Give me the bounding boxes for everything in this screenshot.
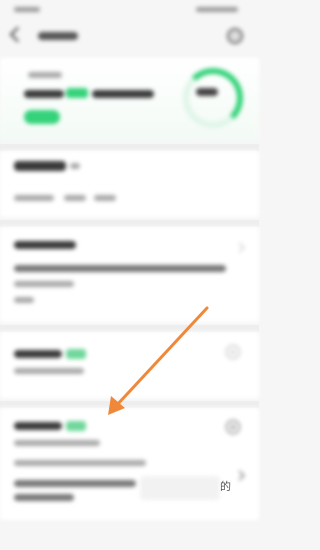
- section-title: [14, 161, 66, 171]
- status-time: [14, 7, 40, 12]
- section-line-3: [14, 297, 34, 303]
- divider: [0, 401, 259, 408]
- section-meta-1: [14, 195, 54, 201]
- add-icon[interactable]: +: [226, 345, 240, 359]
- personal-section-card[interactable]: +: [0, 332, 259, 398]
- section-title-count: [70, 163, 80, 169]
- personal-section-subtitle: [14, 368, 84, 374]
- work-section-meta: [14, 460, 146, 466]
- top-bar: [0, 22, 259, 52]
- personal-section-badge: [66, 349, 86, 359]
- summary-button[interactable]: [24, 110, 60, 124]
- add-icon[interactable]: +: [226, 420, 240, 434]
- work-section-card[interactable]: +: [0, 408, 259, 520]
- back-icon[interactable]: [9, 26, 26, 43]
- section-line-1: [14, 265, 226, 272]
- summary-headline: [24, 90, 64, 98]
- work-section-title: [14, 422, 62, 430]
- status-bar: [0, 0, 259, 20]
- section-line-2: [14, 281, 74, 287]
- chevron-right-icon[interactable]: [234, 470, 245, 481]
- divider: [0, 325, 259, 332]
- summary-headline-tail: [92, 90, 154, 98]
- section-meta-3: [94, 195, 116, 201]
- progress-value: [196, 88, 218, 96]
- work-section-summary: [14, 480, 136, 487]
- work-section-subtitle: [14, 440, 100, 446]
- personal-section-title: [14, 350, 62, 358]
- blurred-banner: [140, 476, 220, 500]
- status-icons: [196, 7, 238, 12]
- divider: [0, 220, 259, 227]
- work-section-trailing-text: 的: [220, 481, 231, 493]
- section-title: [14, 241, 76, 249]
- work-section-summary-line-2: [14, 494, 74, 501]
- progress-ring: [183, 68, 243, 128]
- summary-highlight: [66, 88, 88, 98]
- section-card-1[interactable]: [0, 151, 259, 217]
- section-card-2[interactable]: [0, 227, 259, 322]
- chevron-right-icon[interactable]: [234, 242, 245, 253]
- summary-label: [28, 72, 62, 78]
- work-section-badge: [66, 421, 86, 431]
- divider: [0, 144, 259, 151]
- page-title: [38, 32, 78, 40]
- settings-icon[interactable]: [227, 28, 243, 44]
- section-meta-2: [64, 195, 86, 201]
